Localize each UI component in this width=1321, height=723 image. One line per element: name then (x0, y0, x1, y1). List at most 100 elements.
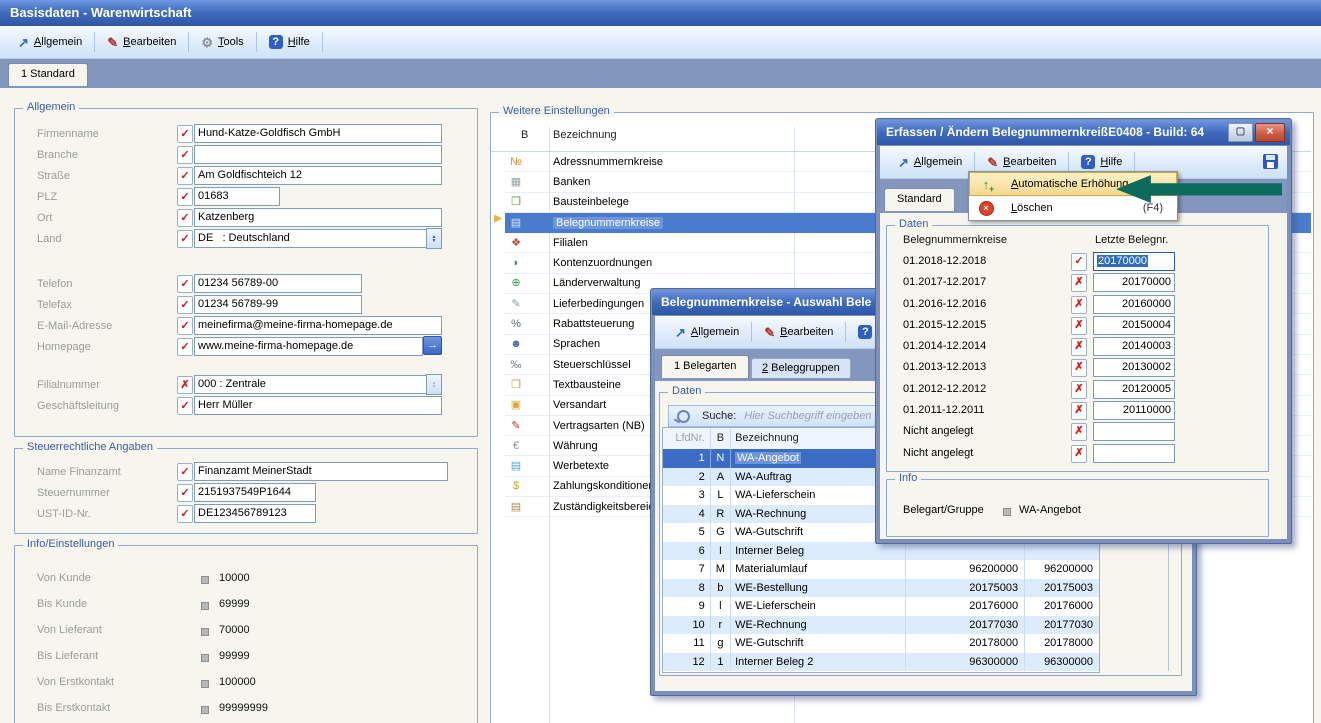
period-label: 01.2018-12.2018 (903, 255, 986, 267)
tab-standard-topwin[interactable]: Standard (884, 188, 955, 211)
check-icon[interactable] (177, 146, 193, 164)
check-icon[interactable] (177, 505, 193, 523)
belegnr-input[interactable]: 20170000 (1093, 252, 1175, 271)
text-input[interactable]: www.meine-firma-homepage.de (194, 337, 423, 356)
nummernkreis-row: Nicht angelegt (893, 444, 1263, 465)
grid-row[interactable]: 10 r WE-Rechnung 20177030 20177030 (663, 616, 1099, 635)
text-input[interactable]: DE : Deutschland (194, 229, 427, 248)
check-icon[interactable] (177, 484, 193, 502)
menu-item-label: Automatische Erhöhung (1011, 178, 1128, 190)
cross-icon[interactable] (1071, 338, 1087, 356)
grid-header-b[interactable]: B (711, 428, 731, 449)
text-input[interactable]: 01234 56789-99 (194, 295, 362, 314)
cross-icon[interactable] (1071, 445, 1087, 463)
close-window-icon[interactable]: × (1255, 123, 1285, 142)
check-icon[interactable] (177, 296, 193, 314)
check-icon[interactable] (177, 397, 193, 415)
belegnr-input[interactable] (1093, 444, 1175, 463)
cross-icon[interactable] (1071, 317, 1087, 335)
check-icon[interactable] (177, 209, 193, 227)
cross-icon[interactable] (1071, 296, 1087, 314)
column-header-bezeichnung: Bezeichnung (553, 129, 617, 141)
belegnr-input[interactable]: 20160000 (1093, 295, 1175, 314)
text-input[interactable]: 000 : Zentrale (194, 375, 427, 394)
info-row: Bis Erstkontakt 99999999 (15, 698, 475, 723)
check-icon[interactable] (177, 275, 193, 293)
toolbar-button[interactable]: ? Hilfe (259, 26, 320, 58)
cross-icon[interactable] (1071, 359, 1087, 377)
main-titlebar[interactable]: Basisdaten - Warenwirtschaft (0, 0, 1321, 26)
check-icon[interactable] (177, 188, 193, 206)
grid-row[interactable]: 11 g WE-Gutschrift 20178000 20178000 (663, 634, 1099, 653)
spinner-down-icon[interactable]: ▼ (432, 239, 437, 243)
text-input[interactable]: DE123456789123 (194, 504, 316, 523)
check-icon[interactable] (1071, 253, 1087, 271)
text-input[interactable]: Finanzamt MeinerStadt (194, 462, 448, 481)
toolbar-button[interactable]: ⚙ Tools (191, 26, 253, 58)
text-input[interactable]: Herr Müller (194, 396, 442, 415)
text-input[interactable]: 2151937549P1644 (194, 483, 316, 502)
grid-row[interactable]: 7 M Materialumlauf 96200000 96200000 (663, 560, 1099, 579)
cross-icon[interactable] (177, 376, 193, 394)
belegnr-input[interactable]: 20110000 (1093, 401, 1175, 420)
cell-number2 (1025, 542, 1099, 561)
list-item-label: Rabattsteuerung (553, 318, 634, 330)
text-input[interactable]: Am Goldfischteich 12 (194, 166, 442, 185)
cell-bezeichnung-text: WE-Gutschrift (735, 637, 803, 649)
grid-row[interactable]: 9 l WE-Lieferschein 20176000 20176000 (663, 597, 1099, 616)
toolbar-button[interactable]: ↗ Allgemein (665, 316, 749, 348)
text-input[interactable] (194, 145, 442, 164)
belegnr-input[interactable]: 20140003 (1093, 337, 1175, 356)
spinner-control[interactable]: ▲▼ (426, 374, 442, 395)
grid-row[interactable]: 6 I Interner Beleg (663, 542, 1099, 561)
belegnr-value: 20140003 (1122, 340, 1171, 352)
tab-beleggruppen[interactable]: 2 Beleggruppen (751, 358, 851, 378)
belegnr-input[interactable] (1093, 422, 1175, 441)
check-icon[interactable] (177, 167, 193, 185)
save-icon[interactable] (1263, 154, 1278, 169)
grid-header-lfdnr[interactable]: LfdNr. (663, 428, 711, 449)
menu-item-shortcut: (F4) (1143, 202, 1163, 214)
belegnr-input[interactable]: 20130002 (1093, 358, 1175, 377)
tab-belegarten[interactable]: 1 Belegarten (661, 355, 749, 378)
text-input[interactable]: 01683 (194, 187, 280, 206)
toolbar-button[interactable]: ✎ Bearbeiten (754, 316, 843, 348)
check-icon[interactable] (177, 125, 193, 143)
spinner-down-icon[interactable]: ▼ (432, 385, 437, 389)
check-icon[interactable] (177, 317, 193, 335)
cell-b: R (711, 505, 731, 524)
cross-icon[interactable] (1071, 402, 1087, 420)
cross-icon[interactable] (1071, 423, 1087, 441)
list-item-label: Kontenzuordnungen (553, 257, 652, 269)
toolbar-button[interactable]: ↗ Allgemein (888, 146, 972, 178)
belegnr-value: 20160000 (1122, 298, 1171, 310)
application: Basisdaten - Warenwirtschaft ↗ Allgemein… (0, 0, 1321, 723)
text-input[interactable]: meinefirma@meine-firma-homepage.de (194, 316, 442, 335)
search-label: Suche: (702, 410, 736, 422)
cell-lfdnr: 8 (663, 579, 711, 598)
text-input[interactable]: Hund-Katze-Goldfisch GmbH (194, 124, 442, 143)
cross-icon[interactable] (1071, 274, 1087, 292)
text-input[interactable]: Katzenberg (194, 208, 442, 227)
grid-row[interactable]: 8 b WE-Bestellung 20175003 20175003 (663, 579, 1099, 598)
restore-window-icon[interactable]: ▢ (1228, 123, 1253, 142)
column-header-belegnummernkreise: Belegnummernkreise (903, 234, 1007, 246)
text-input[interactable]: 01234 56789-00 (194, 274, 362, 293)
grid-row[interactable]: 12 1 Interner Beleg 2 96300000 96300000 (663, 653, 1099, 672)
toolbar-button[interactable]: ↗ Allgemein (8, 26, 92, 58)
check-icon[interactable] (177, 463, 193, 481)
topwin-titlebar[interactable]: Erfassen / Ändern BelegnummernkreißE0408… (877, 120, 1290, 145)
check-icon[interactable] (177, 338, 193, 356)
belegnr-input[interactable]: 20120005 (1093, 380, 1175, 399)
tab-standard[interactable]: 1 Standard (8, 63, 88, 86)
check-icon[interactable] (177, 230, 193, 248)
belegnr-input[interactable]: 20170000 (1093, 273, 1175, 292)
open-link-icon[interactable]: → (423, 336, 442, 355)
toolbar-button[interactable]: ✎ Bearbeiten (97, 26, 186, 58)
belegnr-input[interactable]: 20150004 (1093, 316, 1175, 335)
cross-icon[interactable] (1071, 381, 1087, 399)
toolbar-separator (188, 32, 189, 52)
search-input[interactable]: Hier Suchbegriff eingeben (744, 410, 871, 422)
spinner-control[interactable]: ▲▼ (426, 228, 442, 249)
shipping-method-icon: ▣ (509, 398, 523, 412)
